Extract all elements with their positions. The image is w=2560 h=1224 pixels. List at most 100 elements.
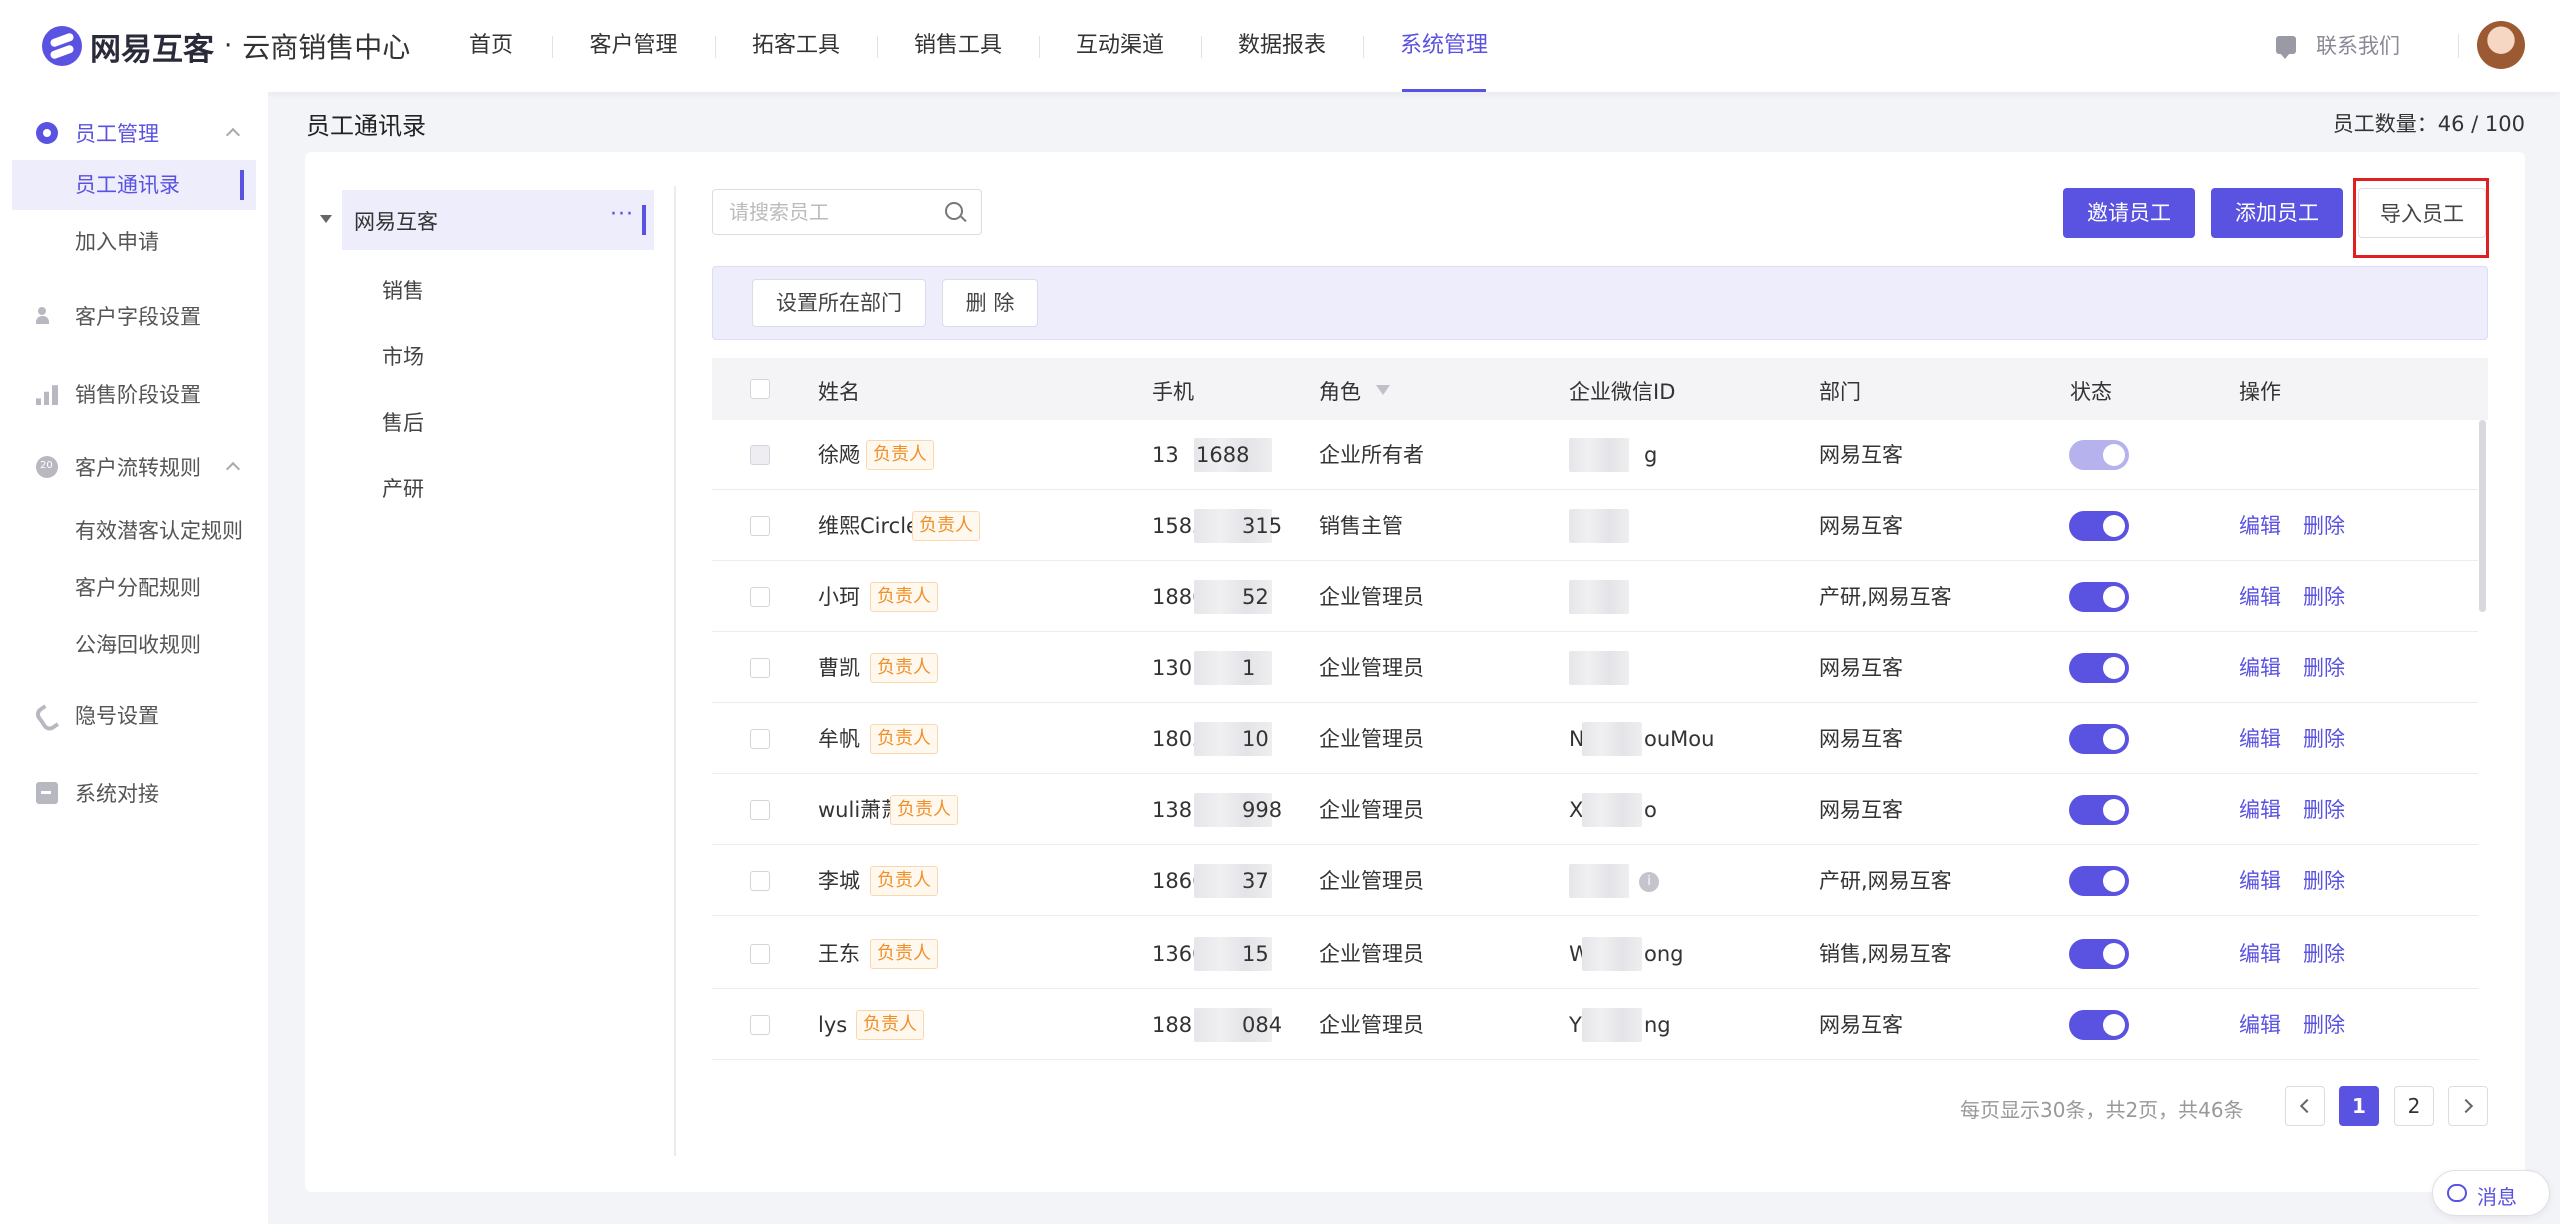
edit-link[interactable]: 编辑: [2239, 846, 2281, 916]
filter-icon[interactable]: [1376, 385, 1390, 395]
delete-link[interactable]: 删除: [2303, 775, 2345, 845]
nav-customers[interactable]: 客户管理: [552, 0, 715, 92]
sidebar-item-pool-rules[interactable]: 公海回收规则: [75, 625, 201, 665]
tree-node-rnd[interactable]: 产研: [382, 473, 424, 503]
table-row[interactable]: 徐飏 负责人 13 1688 企业所有者 g 网易互客: [712, 420, 2478, 490]
row-checkbox[interactable]: [750, 944, 770, 964]
status-toggle[interactable]: [2069, 582, 2129, 612]
caret-down-icon[interactable]: [320, 215, 332, 223]
delete-link[interactable]: 删除: [2303, 562, 2345, 632]
delete-link[interactable]: 删除: [2303, 846, 2345, 916]
message-button[interactable]: 消息: [2432, 1170, 2550, 1216]
delete-link[interactable]: 删除: [2303, 704, 2345, 774]
table-row[interactable]: wuli萧萧 负责人 138 998 企业管理员 Xo 网易互客 编辑 删除: [712, 775, 2478, 845]
column-phone: 手机: [1152, 380, 1194, 404]
row-checkbox[interactable]: [750, 1015, 770, 1035]
brand-logo[interactable]: 网易互客 · 云商销售中心: [42, 22, 410, 70]
nav-home[interactable]: 首页: [430, 0, 552, 92]
table-row[interactable]: 李城 负责人 1866 37 企业管理员 i 产研,网易互客 编辑 删除: [712, 846, 2478, 916]
add-employee-button[interactable]: 添加员工: [2211, 188, 2343, 238]
sidebar-item-lead-rules[interactable]: 有效潜客认定规则: [75, 511, 243, 551]
sidebar-group-staff[interactable]: 员工管理: [0, 105, 268, 161]
message-label: 消息: [2477, 1185, 2517, 1209]
row-checkbox[interactable]: [750, 658, 770, 678]
delete-link[interactable]: 删除: [2303, 990, 2345, 1060]
table-row[interactable]: 牟帆 负责人 1805 10 企业管理员 NouMou 网易互客 编辑 删除: [712, 704, 2478, 774]
masked-wechat-id: [1569, 509, 1629, 543]
nav-channels[interactable]: 互动渠道: [1039, 0, 1201, 92]
owner-tag: 负责人: [870, 866, 938, 896]
status-toggle[interactable]: [2069, 724, 2129, 754]
user-avatar[interactable]: [2477, 21, 2525, 69]
next-page-button[interactable]: [2448, 1086, 2488, 1126]
sidebar-group-label: 员工管理: [75, 122, 159, 146]
status-toggle[interactable]: [2069, 866, 2129, 896]
contact-us-link[interactable]: 联系我们: [2276, 30, 2400, 60]
employee-name: 徐飏: [818, 443, 860, 467]
employee-role: 企业管理员: [1319, 585, 1424, 609]
table-scrollbar[interactable]: [2479, 420, 2486, 612]
bulk-delete-button[interactable]: 删 除: [942, 279, 1038, 327]
nav-system-management[interactable]: 系统管理: [1363, 0, 1525, 92]
sidebar-item-join-requests[interactable]: 加入申请: [75, 222, 159, 262]
row-checkbox[interactable]: [750, 871, 770, 891]
search-icon[interactable]: [945, 202, 963, 220]
row-checkbox[interactable]: [750, 516, 770, 536]
row-checkbox[interactable]: [750, 445, 770, 465]
nav-sales-tools[interactable]: 销售工具: [877, 0, 1039, 92]
status-toggle[interactable]: [2069, 939, 2129, 969]
info-icon[interactable]: i: [1639, 872, 1659, 892]
edit-link[interactable]: 编辑: [2239, 562, 2281, 632]
sidebar-group-flow-rules[interactable]: 客户流转规则: [0, 439, 268, 495]
edit-link[interactable]: 编辑: [2239, 919, 2281, 989]
owner-tag: 负责人: [870, 724, 938, 754]
table-row[interactable]: lys 负责人 188 084 企业管理员 Yng 网易互客 编辑 删除: [712, 990, 2478, 1060]
table-row[interactable]: 小珂 负责人 1886 52 企业管理员 产研,网易互客 编辑 删除: [712, 562, 2478, 632]
row-checkbox[interactable]: [750, 729, 770, 749]
table-row[interactable]: 王东 负责人 1360 15 企业管理员 Wong 销售,网易互客 编辑 删除: [712, 919, 2478, 989]
page-2-button[interactable]: 2: [2394, 1086, 2434, 1126]
delete-link[interactable]: 删除: [2303, 491, 2345, 561]
tree-node-root[interactable]: 网易互客 ···: [320, 190, 654, 250]
edit-link[interactable]: 编辑: [2239, 775, 2281, 845]
nav-reports[interactable]: 数据报表: [1201, 0, 1363, 92]
bulk-action-toolbar: 设置所在部门 删 除: [712, 266, 2488, 340]
row-checkbox[interactable]: [750, 800, 770, 820]
logo-icon: [42, 26, 82, 66]
edit-link[interactable]: 编辑: [2239, 704, 2281, 774]
status-toggle[interactable]: [2069, 511, 2129, 541]
tree-node-sales[interactable]: 销售: [382, 275, 424, 305]
table-row[interactable]: 曹凯 负责人 1301 1 企业管理员 网易互客 编辑 删除: [712, 633, 2478, 703]
set-department-button[interactable]: 设置所在部门: [752, 279, 926, 327]
delete-link[interactable]: 删除: [2303, 919, 2345, 989]
edit-link[interactable]: 编辑: [2239, 491, 2281, 561]
edit-link[interactable]: 编辑: [2239, 990, 2281, 1060]
sidebar-group-integration[interactable]: 系统对接: [0, 765, 268, 821]
pagination-info: 每页显示30条，共2页，共46条: [1960, 1098, 2244, 1122]
edit-link[interactable]: 编辑: [2239, 633, 2281, 703]
status-toggle[interactable]: [2069, 653, 2129, 683]
sidebar-group-sales-stages[interactable]: 销售阶段设置: [0, 366, 268, 422]
sidebar-group-customer-fields[interactable]: 客户字段设置: [0, 288, 268, 344]
sidebar-group-hidden-number[interactable]: 隐号设置: [0, 687, 268, 743]
page-1-button[interactable]: 1: [2339, 1086, 2379, 1126]
column-department: 部门: [1819, 380, 1861, 404]
sidebar-item-staff-directory[interactable]: 员工通讯录: [75, 165, 180, 205]
invite-employee-button[interactable]: 邀请员工: [2063, 188, 2195, 238]
tree-node-marketing[interactable]: 市场: [382, 341, 424, 371]
delete-link[interactable]: 删除: [2303, 633, 2345, 703]
select-all-checkbox[interactable]: [750, 379, 770, 399]
sidebar-item-assign-rules[interactable]: 客户分配规则: [75, 568, 201, 608]
more-icon[interactable]: ···: [610, 202, 634, 227]
department: 网易互客: [1819, 656, 1903, 680]
status-toggle[interactable]: [2069, 795, 2129, 825]
row-checkbox[interactable]: [750, 587, 770, 607]
status-toggle[interactable]: [2069, 1010, 2129, 1040]
prev-page-button[interactable]: [2285, 1086, 2325, 1126]
nav-prospecting-tools[interactable]: 拓客工具: [715, 0, 877, 92]
phone-suffix: 37: [1242, 869, 1269, 893]
table-row[interactable]: 维熙Circle 负责人 1585 315 销售主管 网易互客 编辑 删除: [712, 491, 2478, 561]
tree-node-after-sales[interactable]: 售后: [382, 407, 424, 437]
search-input[interactable]: [729, 198, 929, 226]
department: 销售,网易互客: [1819, 942, 1952, 966]
